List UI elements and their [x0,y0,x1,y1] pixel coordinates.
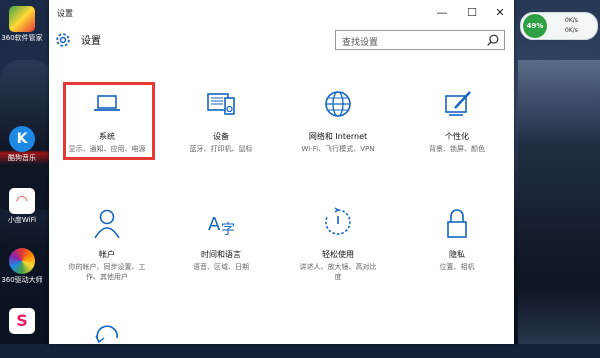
tile-desc: 背景、锁屏、颜色 [429,145,485,153]
tile-privacy[interactable]: 隐私 位置、相机 [402,206,512,272]
tile-devices[interactable]: 设备 蓝牙、打印机、鼠标 [166,88,276,154]
network-speed-widget[interactable]: 49% 0K/s 0K/s [520,12,598,40]
desktop-icon-kugou[interactable]: K 酷狗音乐 [0,126,44,163]
360-driver-icon [9,248,35,274]
tile-name: 帐户 [99,250,115,259]
app-s-icon: S [9,308,35,334]
tile-update-security[interactable] [52,318,162,358]
tile-name: 轻松使用 [322,250,354,259]
tile-name: 设备 [213,132,229,141]
tile-accounts[interactable]: 帐户 你的帐户、同步设置、工作、其他用户 [52,206,162,282]
tile-name: 隐私 [449,250,465,259]
person-icon [94,209,120,239]
page-title: 设置 [81,36,101,47]
desktop-icon-360-driver[interactable]: 360驱动大师 [0,248,44,285]
tile-name: 时间和语言 [201,250,241,259]
devices-icon [207,93,235,115]
close-button[interactable]: ✕ [487,4,513,22]
ease-of-access-icon [325,207,351,235]
search-icon[interactable] [486,33,500,47]
memory-percent: 49% [523,14,547,38]
upload-speed: 0K/s [565,17,578,24]
brush-icon [445,91,471,116]
kugou-icon: K [9,126,35,152]
tile-desc: 讲述人、放大镜、高对比度 [299,263,377,281]
minimize-button[interactable]: — [429,4,455,22]
search-placeholder: 查找设置 [342,38,379,48]
desktop-icon-label: 360软件管家 [1,34,43,42]
tile-network[interactable]: 网络和 Internet Wi-Fi、飞行模式、VPN [283,88,393,154]
lock-icon [447,209,467,238]
tile-desc: 你的帐户、同步设置、工作、其他用户 [68,263,146,281]
desktop-icon-app[interactable]: S [0,308,44,336]
tile-name: 个性化 [445,132,469,141]
tile-desc: 语音、区域、日期 [193,263,249,271]
settings-window: 设置 — ☐ ✕ 设置 查找设置 系统 显示、通知、应用、电源 设备 蓝牙、打印… [49,0,514,344]
desktop-icon-label: 酷狗音乐 [8,154,36,162]
svg-text:字: 字 [221,222,235,238]
desktop-icon-360-software[interactable]: 360软件管家 [0,6,44,43]
360-software-icon [9,6,35,32]
language-icon: A 字 [208,214,235,238]
title-bar: 设置 — ☐ ✕ [49,0,514,26]
update-icon [95,325,118,344]
desktop-icon-label: 360驱动大师 [1,276,43,284]
tile-desc: 蓝牙、打印机、鼠标 [189,145,253,153]
window-title: 设置 [57,9,73,18]
globe-icon [325,91,351,117]
tile-time-language[interactable]: A 字 时间和语言 语音、区域、日期 [166,206,276,272]
maximize-button[interactable]: ☐ [459,4,485,22]
tile-name: 网络和 Internet [308,132,368,141]
highlight-box-system [63,82,155,160]
tile-desc: 位置、相机 [439,263,475,271]
desktop-icon-wifi[interactable]: ◠ 小度WiFi [0,188,44,225]
gear-icon [56,33,70,47]
tile-personalization[interactable]: 个性化 背景、锁屏、颜色 [402,88,512,154]
download-speed: 0K/s [565,27,578,34]
settings-header: 设置 查找设置 [49,26,514,56]
svg-text:A: A [208,214,221,235]
wallpaper-figure-right [518,60,600,344]
tile-ease-of-access[interactable]: 轻松使用 讲述人、放大镜、高对比度 [283,206,393,282]
tile-desc: Wi-Fi、飞行模式、VPN [301,145,375,153]
wifi-icon: ◠ [9,188,35,214]
desktop-icon-label: 小度WiFi [7,216,37,224]
search-input[interactable]: 查找设置 [335,30,505,50]
